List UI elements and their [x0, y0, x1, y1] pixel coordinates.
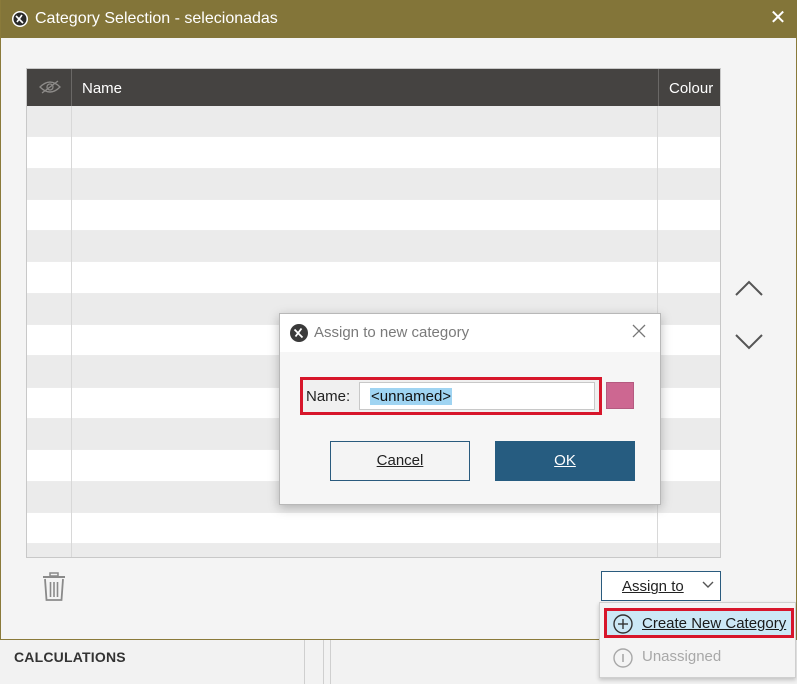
- dialog-title: Assign to new category: [314, 324, 470, 341]
- move-down-icon[interactable]: [733, 330, 765, 354]
- colour-swatch[interactable]: [606, 382, 634, 409]
- table-row[interactable]: [27, 544, 720, 557]
- ok-button[interactable]: OK: [495, 441, 635, 481]
- name-input-value: <unnamed>: [370, 388, 453, 405]
- chevron-down-icon: [702, 581, 714, 588]
- table-row[interactable]: [27, 199, 720, 232]
- name-label: Name:: [306, 388, 351, 405]
- cancel-button[interactable]: Cancel: [330, 441, 470, 481]
- window-title: Category Selection - selecionadas: [35, 10, 278, 27]
- table-row[interactable]: [27, 231, 720, 263]
- plus-circle-icon: [613, 614, 633, 634]
- table-row[interactable]: [27, 137, 720, 169]
- table-row[interactable]: [27, 512, 720, 545]
- menu-item-label: Create New Category: [642, 615, 787, 632]
- table-row[interactable]: [27, 262, 720, 294]
- assign-to-dropdown[interactable]: Assign to: [601, 571, 721, 601]
- assign-to-menu: Create New Category Unassigned: [599, 602, 796, 678]
- assign-new-category-dialog: Assign to new category Name: <unnamed> C…: [279, 313, 661, 505]
- info-circle-icon: [613, 648, 633, 668]
- close-icon[interactable]: [630, 322, 648, 340]
- app-logo-icon: [290, 324, 308, 342]
- app-logo-icon: [12, 11, 28, 27]
- menu-item-create-new-category[interactable]: Create New Category: [604, 608, 794, 638]
- trash-icon[interactable]: [41, 572, 67, 602]
- menu-item-unassigned[interactable]: Unassigned: [604, 642, 794, 672]
- dialog-titlebar: Assign to new category: [280, 314, 660, 352]
- column-divider: [71, 106, 72, 557]
- calculations-panel: CALCULATIONS: [0, 640, 324, 684]
- assign-to-label: Assign to: [622, 578, 684, 595]
- name-column-header[interactable]: Name: [82, 80, 122, 97]
- visibility-column-header[interactable]: [27, 69, 72, 106]
- table-row[interactable]: [27, 168, 720, 200]
- ok-label: OK: [554, 452, 576, 469]
- window-titlebar: Category Selection - selecionadas ✕: [1, 0, 797, 38]
- name-field-row: Name: <unnamed>: [300, 377, 602, 415]
- move-up-icon[interactable]: [733, 276, 765, 300]
- menu-item-label: Unassigned: [642, 648, 722, 665]
- table-header: Name Colour: [27, 69, 720, 106]
- cancel-label: Cancel: [376, 452, 424, 469]
- calculations-label: CALCULATIONS: [14, 649, 126, 665]
- window-close-icon[interactable]: ✕: [768, 8, 788, 28]
- name-input[interactable]: <unnamed>: [359, 382, 595, 410]
- colour-column-header[interactable]: Colour: [658, 69, 720, 106]
- panel-divider: [304, 640, 305, 684]
- panel-divider: [330, 640, 331, 684]
- eye-hidden-icon: [39, 80, 61, 94]
- table-row[interactable]: [27, 106, 720, 138]
